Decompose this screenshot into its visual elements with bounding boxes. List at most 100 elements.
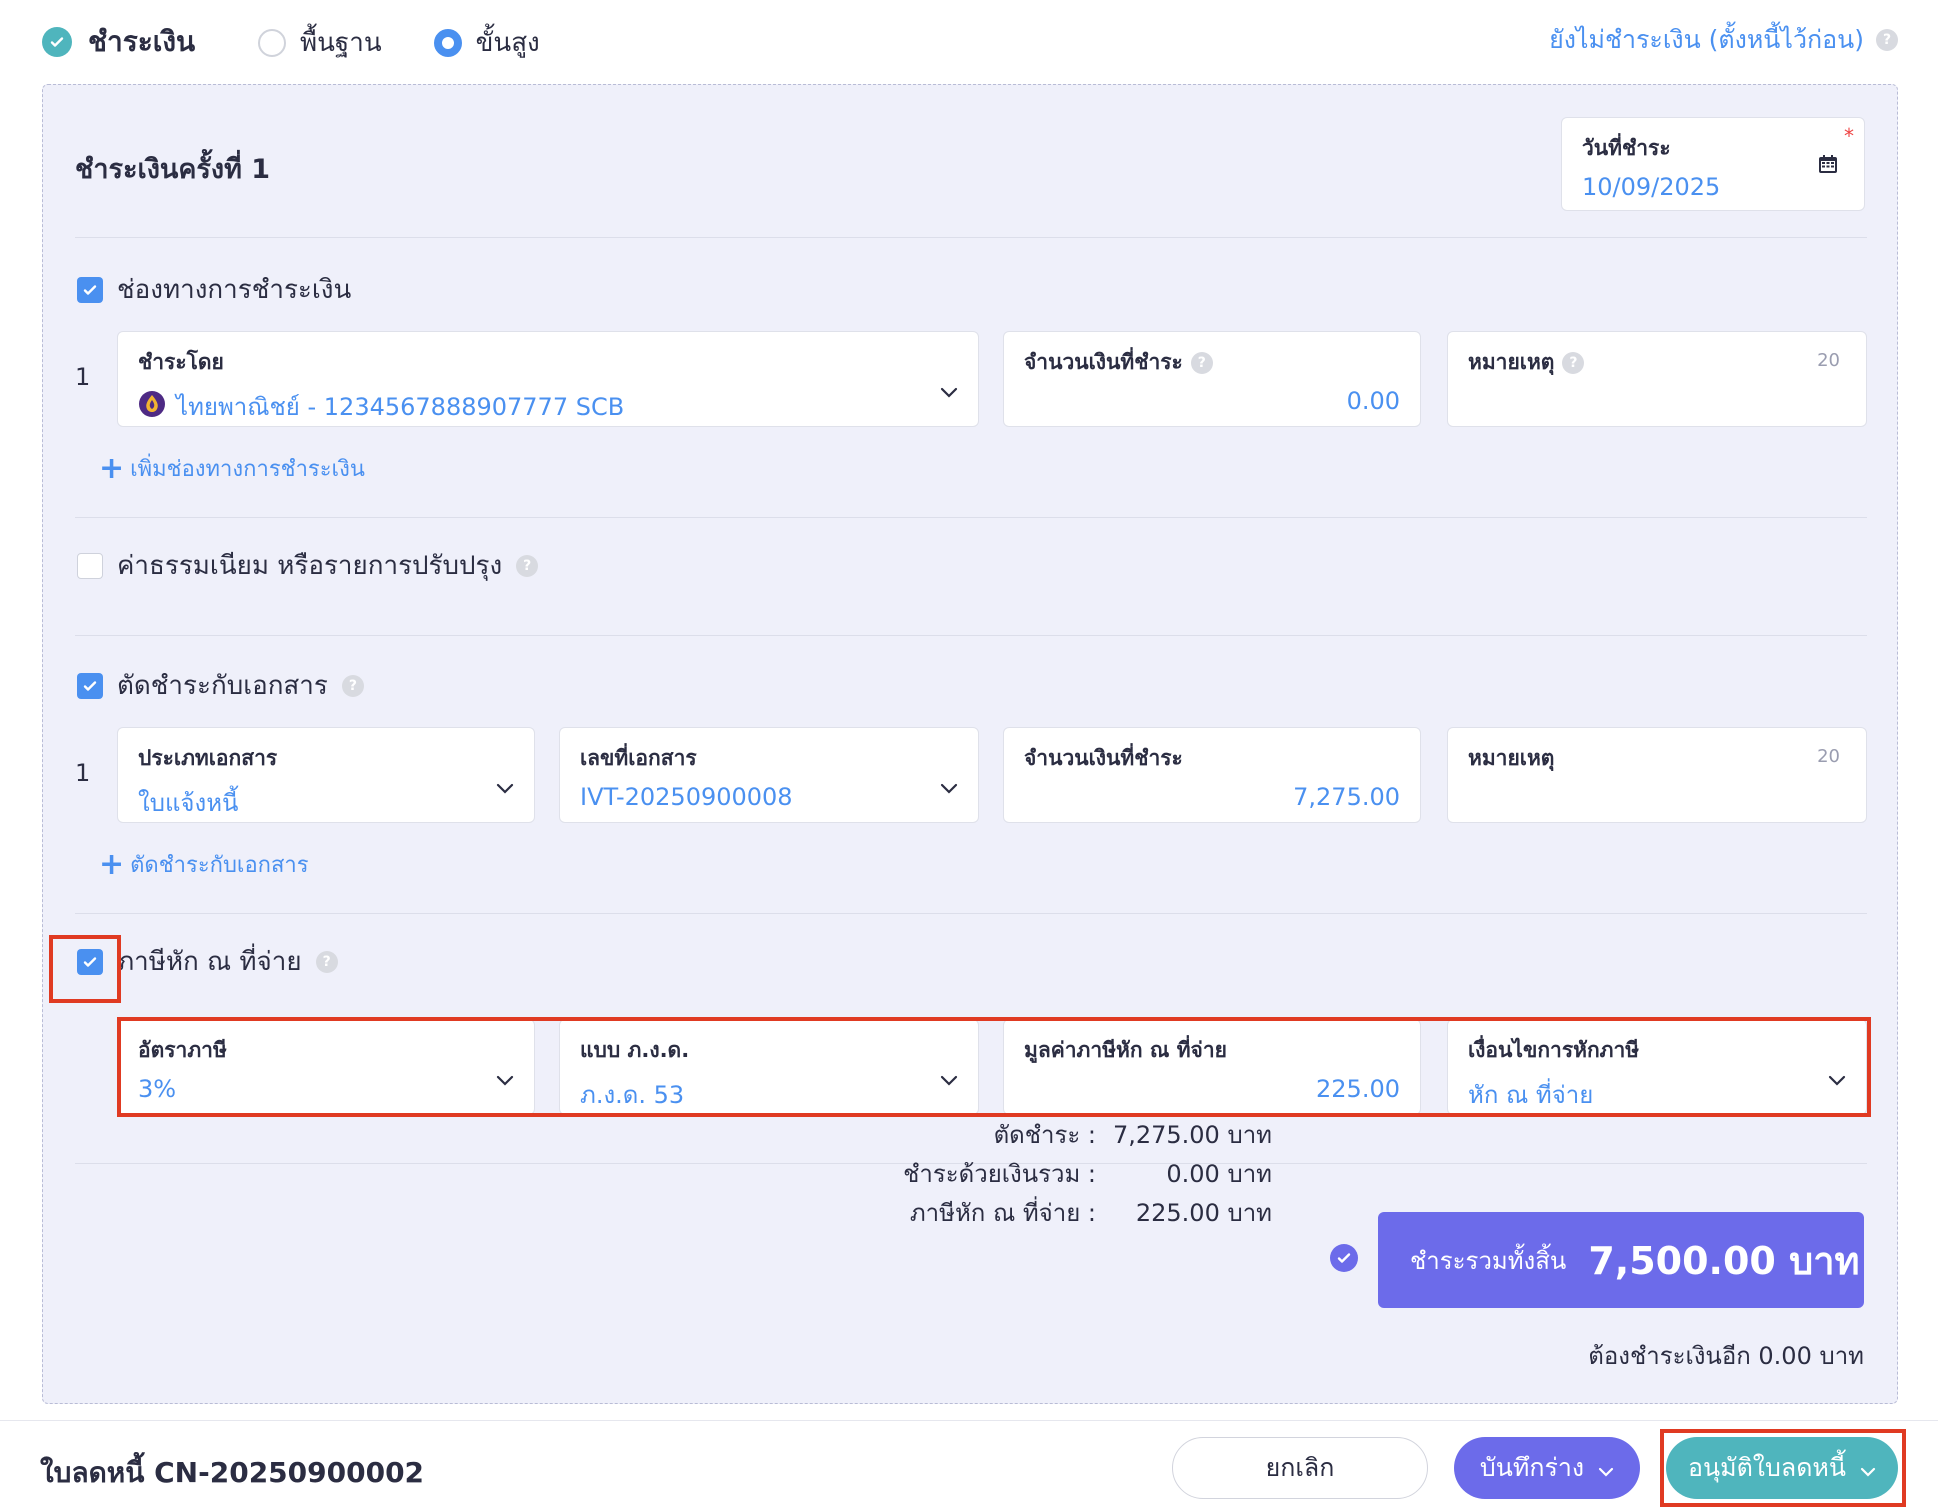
help-icon[interactable]: ? bbox=[1562, 351, 1585, 374]
calendar-icon[interactable] bbox=[1818, 154, 1838, 178]
remaining-amount: ต้องชำระเงินอีก 0.00 บาท bbox=[1588, 1342, 1864, 1370]
divider bbox=[75, 635, 1867, 636]
cancel-button[interactable]: ยกเลิก bbox=[1172, 1437, 1428, 1499]
payment-title-group: ชำระเงิน bbox=[42, 20, 195, 64]
save-draft-button[interactable]: บันทึกร่าง bbox=[1454, 1437, 1640, 1499]
payment-title: ชำระเงิน bbox=[88, 25, 196, 58]
pay-by-label: ชำระโดย bbox=[138, 350, 224, 374]
channel-note-field[interactable]: หมายเหตุ ? 20 bbox=[1447, 331, 1867, 427]
total-check-icon bbox=[1330, 1244, 1358, 1272]
channel-amount-label-wrap: จำนวนเงินที่ชำระ ? bbox=[1024, 346, 1400, 379]
settle-note-label: หมายเหตุ bbox=[1468, 746, 1555, 770]
note-char-count: 20 bbox=[1817, 350, 1840, 371]
add-settle-link[interactable]: + ตัดชำระกับเอกสาร bbox=[99, 847, 309, 882]
summary-paid-row: ชำระด้วยเงินรวม : 0.00 บาท bbox=[876, 1155, 1272, 1194]
settle-checkbox-row[interactable]: ตัดชำระกับเอกสาร ? bbox=[77, 665, 364, 706]
help-icon[interactable]: ? bbox=[341, 674, 364, 697]
pay-by-value: ไทยพาณิชย์ - 1234567888907777 SCB bbox=[176, 393, 625, 421]
doc-number-label: เลขที่เอกสาร bbox=[580, 746, 697, 770]
highlight-box-checkbox bbox=[49, 935, 121, 1003]
chevron-down-icon[interactable] bbox=[940, 780, 958, 799]
pay-by-value-wrap: ไทยพาณิชย์ - 1234567888907777 SCB bbox=[138, 387, 958, 426]
doc-type-select[interactable]: ประเภทเอกสาร ใบแจ้งหนี้ bbox=[117, 727, 535, 823]
doc-number-value: IVT-20250900008 bbox=[580, 783, 793, 811]
payment-date-field[interactable]: วันที่ชำระ 10/09/2025 * bbox=[1561, 117, 1865, 211]
fees-checkbox-row[interactable]: ค่าธรรมเนียม หรือรายการปรับปรุง ? bbox=[77, 545, 539, 586]
document-title: ใบลดหนี้ CN-20250900002 bbox=[40, 1456, 425, 1489]
unpaid-link-group: ยังไม่ชำระเงิน (ตั้งหนี้ไว้ก่อน) ? bbox=[1549, 20, 1898, 60]
channels-checkbox[interactable] bbox=[77, 276, 103, 303]
help-icon[interactable]: ? bbox=[1190, 351, 1213, 374]
cancel-button-label: ยกเลิก bbox=[1265, 1453, 1335, 1482]
wht-checkbox-label: ภาษีหัก ณ ที่จ่าย bbox=[117, 947, 302, 977]
fees-checkbox-label: ค่าธรรมเนียม หรือรายการปรับปรุง bbox=[117, 551, 503, 581]
channels-checkbox-label: ช่องทางการชำระเงิน bbox=[117, 275, 352, 305]
highlight-box-approve bbox=[1660, 1429, 1906, 1507]
doc-type-value: ใบแจ้งหนี้ bbox=[138, 789, 239, 817]
radio-basic-circle[interactable] bbox=[258, 28, 286, 57]
channel-amount-field[interactable]: จำนวนเงินที่ชำระ ? 0.00 bbox=[1003, 331, 1421, 427]
payment-summary: ตัดชำระ : 7,275.00 บาท ชำระด้วยเงินรวม :… bbox=[876, 1116, 1272, 1233]
scb-bank-icon bbox=[138, 390, 166, 424]
channel-amount-value[interactable]: 0.00 bbox=[1024, 387, 1400, 415]
settle-amount-field[interactable]: จำนวนเงินที่ชำระ 7,275.00 bbox=[1003, 727, 1421, 823]
save-draft-label: บันทึกร่าง bbox=[1479, 1453, 1585, 1482]
chevron-down-icon[interactable] bbox=[496, 780, 514, 799]
radio-advanced[interactable]: ขั้นสูง bbox=[433, 22, 540, 63]
payment-header: ชำระเงิน พื้นฐาน ขั้นสูง ยังไม่ชำระเงิน … bbox=[0, 0, 1938, 78]
doc-type-label: ประเภทเอกสาร bbox=[138, 746, 278, 770]
unpaid-link[interactable]: ยังไม่ชำระเงิน (ตั้งหนี้ไว้ก่อน) bbox=[1549, 20, 1864, 60]
footer-bar: ใบลดหนี้ CN-20250900002 ยกเลิก บันทึกร่า… bbox=[0, 1420, 1938, 1512]
plus-icon: + bbox=[99, 846, 125, 882]
settle-checkbox-label: ตัดชำระกับเอกสาร bbox=[117, 671, 328, 701]
summary-paid-value: 0.00 บาท bbox=[1166, 1160, 1272, 1188]
channel-note-label-wrap: หมายเหตุ ? bbox=[1468, 346, 1846, 379]
chevron-down-icon bbox=[1598, 1454, 1614, 1483]
channel-row-index: 1 bbox=[75, 363, 91, 391]
add-channel-link[interactable]: + เพิ่มช่องทางการชำระเงิน bbox=[99, 451, 365, 486]
summary-settle-label: ตัดชำระ : bbox=[993, 1121, 1096, 1149]
payment-mode-radio-group: พื้นฐาน ขั้นสูง bbox=[258, 22, 540, 63]
help-icon[interactable]: ? bbox=[516, 554, 539, 577]
settle-note-field[interactable]: หมายเหตุ 20 bbox=[1447, 727, 1867, 823]
fees-checkbox[interactable] bbox=[77, 552, 103, 579]
summary-settle-row: ตัดชำระ : 7,275.00 บาท bbox=[876, 1116, 1272, 1155]
radio-advanced-circle[interactable] bbox=[433, 28, 462, 57]
settle-amount-value[interactable]: 7,275.00 bbox=[1024, 783, 1400, 811]
payment-date-value[interactable]: 10/09/2025 bbox=[1582, 173, 1844, 201]
settle-amount-label: จำนวนเงินที่ชำระ bbox=[1024, 746, 1183, 770]
plus-icon: + bbox=[99, 450, 125, 486]
radio-advanced-label: ขั้นสูง bbox=[475, 28, 540, 58]
chevron-down-icon[interactable] bbox=[940, 384, 958, 403]
pay-by-select[interactable]: ชำระโดย ไทยพาณิชย์ - 1234567888907777 SC… bbox=[117, 331, 979, 427]
note-char-count: 20 bbox=[1817, 746, 1840, 767]
doc-number-select[interactable]: เลขที่เอกสาร IVT-20250900008 bbox=[559, 727, 979, 823]
channels-checkbox-row[interactable]: ช่องทางการชำระเงิน bbox=[77, 269, 351, 310]
add-channel-label: เพิ่มช่องทางการชำระเงิน bbox=[130, 457, 365, 482]
radio-basic-label: พื้นฐาน bbox=[300, 28, 382, 58]
summary-settle-value: 7,275.00 บาท bbox=[1112, 1121, 1272, 1149]
grand-total-label: ชำระรวมทั้งสิ้น bbox=[1410, 1246, 1567, 1275]
divider bbox=[75, 237, 1867, 238]
settle-checkbox[interactable] bbox=[77, 672, 103, 699]
settle-row-index: 1 bbox=[75, 759, 91, 787]
highlight-box-tax-fields bbox=[117, 1017, 1871, 1117]
help-icon[interactable]: ? bbox=[1876, 29, 1898, 51]
divider bbox=[75, 913, 1867, 914]
channel-note-label: หมายเหตุ bbox=[1468, 350, 1555, 374]
summary-wht-value: 225.00 บาท bbox=[1135, 1199, 1272, 1227]
divider bbox=[75, 517, 1867, 518]
help-icon[interactable]: ? bbox=[315, 950, 338, 973]
channel-amount-label: จำนวนเงินที่ชำระ bbox=[1024, 350, 1183, 374]
required-mark: * bbox=[1844, 124, 1854, 148]
grand-total-box: ชำระรวมทั้งสิ้น 7,500.00 บาท bbox=[1378, 1212, 1864, 1308]
installment-title: ชำระเงินครั้งที่ 1 bbox=[75, 154, 271, 185]
grand-total-value: 7,500.00 บาท bbox=[1588, 1238, 1860, 1283]
summary-paid-label: ชำระด้วยเงินรวม : bbox=[903, 1160, 1096, 1188]
add-settle-label: ตัดชำระกับเอกสาร bbox=[130, 853, 309, 878]
radio-basic[interactable]: พื้นฐาน bbox=[258, 22, 382, 63]
summary-wht-row: ภาษีหัก ณ ที่จ่าย : 225.00 บาท bbox=[876, 1194, 1272, 1233]
summary-wht-label: ภาษีหัก ณ ที่จ่าย : bbox=[909, 1199, 1096, 1227]
payment-date-label: วันที่ชำระ bbox=[1582, 136, 1671, 160]
check-circle-icon bbox=[42, 27, 72, 57]
